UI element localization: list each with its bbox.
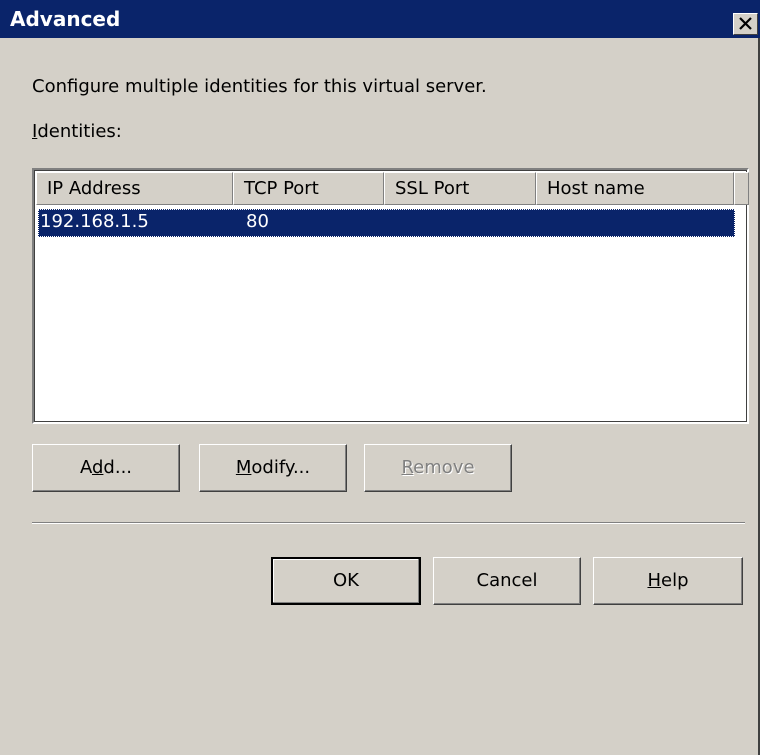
column-header-ssl-port[interactable]: SSL Port [384,172,536,205]
window-title: Advanced [10,7,121,31]
column-header-host-name[interactable]: Host name [536,172,734,205]
modify-button[interactable]: Modify... [199,444,347,492]
column-header-tcp-port[interactable]: TCP Port [233,172,384,205]
separator [32,522,745,524]
cancel-button[interactable]: Cancel [433,557,581,605]
title-bar[interactable]: Advanced [0,0,760,38]
table-row[interactable]: 192.168.1.5 80 [38,209,735,237]
help-button[interactable]: Help [593,557,743,605]
column-header-ip-address[interactable]: IP Address [36,172,233,205]
ok-button[interactable]: OK [271,557,421,605]
add-button[interactable]: Add... [32,444,180,492]
remove-button[interactable]: Remove [364,444,512,492]
cell-tcp-port: 80 [246,211,269,232]
close-icon [739,17,752,30]
list-header: IP Address TCP Port SSL Port Host name [36,172,749,205]
description-text: Configure multiple identities for this v… [32,76,487,97]
column-header-filler [734,172,749,205]
cell-ip-address: 192.168.1.5 [40,211,149,232]
close-button[interactable] [733,13,758,35]
identities-label: Identities: [32,121,122,142]
identities-list[interactable]: IP Address TCP Port SSL Port Host name 1… [32,168,749,424]
